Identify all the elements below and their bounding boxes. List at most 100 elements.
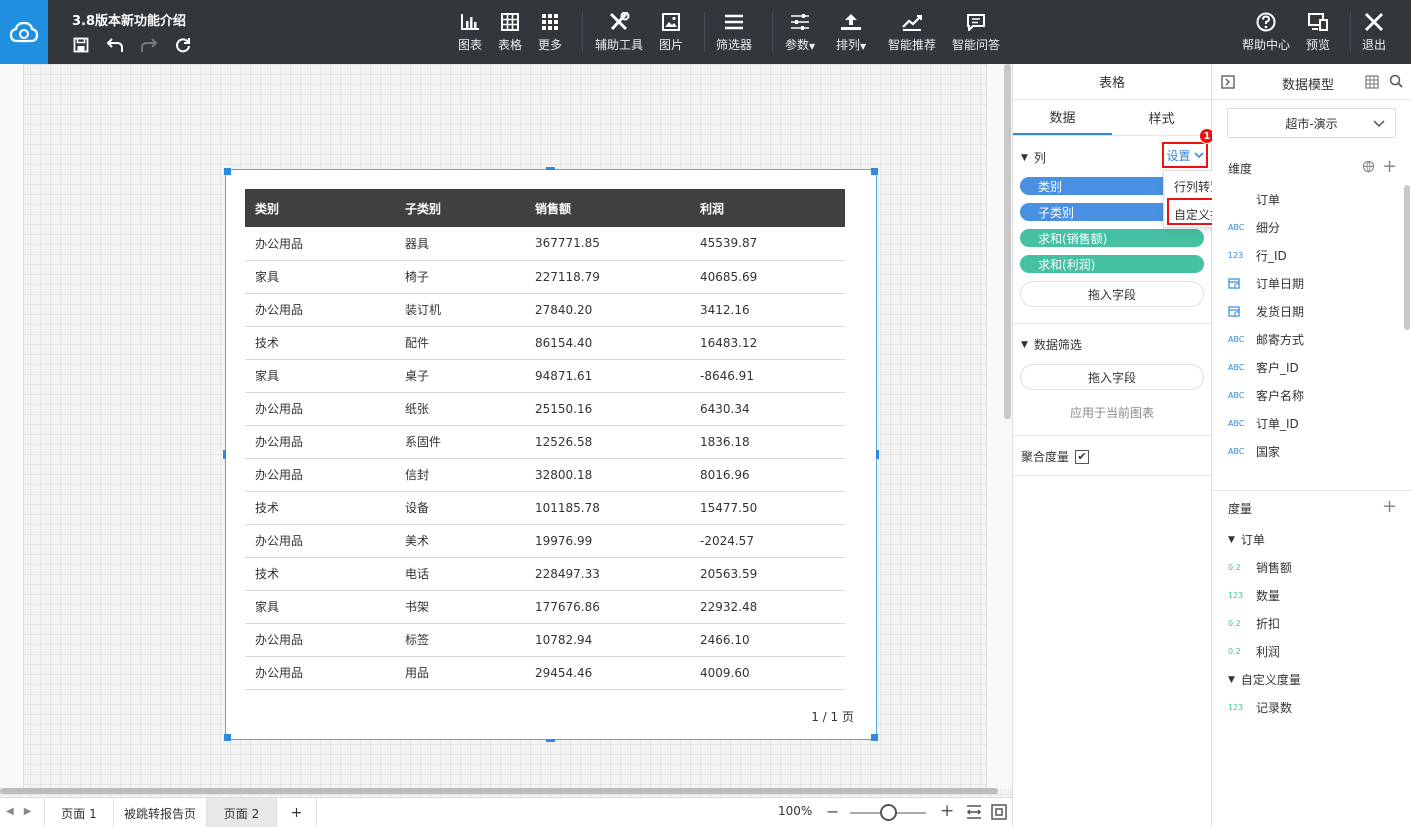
resize-handle[interactable] xyxy=(876,450,879,459)
assist-tool[interactable]: 辅助工具 xyxy=(595,10,643,56)
params-tool[interactable]: 参数▼ xyxy=(785,10,815,56)
fit-screen-icon[interactable] xyxy=(991,804,1007,820)
table-row[interactable]: 家具 书架 177676.86 22932.48 xyxy=(245,590,845,624)
filter-drop-zone[interactable]: 拖入字段 xyxy=(1020,364,1204,390)
table-view-icon[interactable] xyxy=(1365,75,1379,92)
search-icon[interactable] xyxy=(1389,74,1403,91)
dimension-field[interactable]: 订单 xyxy=(1228,191,1280,208)
measure-field[interactable]: 0.2 销售额 xyxy=(1228,559,1292,576)
resize-handle[interactable] xyxy=(871,734,878,741)
data-model-select[interactable]: 超市-演示 xyxy=(1227,108,1396,138)
table-row[interactable]: 办公用品 系固件 12526.58 1836.18 xyxy=(245,425,845,459)
chart-tool[interactable]: 图表 xyxy=(458,10,482,56)
column-pill-sum-sales[interactable]: 求和(销售额) xyxy=(1020,229,1204,247)
table-row[interactable]: 办公用品 美术 19976.99 -2024.57 xyxy=(245,524,845,558)
resize-handle[interactable] xyxy=(546,167,555,170)
zoom-slider-handle[interactable] xyxy=(880,804,897,821)
smart-recommend-tool[interactable]: 智能推荐 xyxy=(888,10,936,56)
zoom-out-icon[interactable]: − xyxy=(826,802,839,821)
filter-section-header[interactable]: ▼ 数据筛选 xyxy=(1021,336,1082,353)
resize-handle[interactable] xyxy=(871,168,878,175)
measure-field[interactable]: 123 记录数 xyxy=(1228,699,1292,716)
page-tab-redirect[interactable]: 被跳转报告页 xyxy=(114,798,207,827)
add-page-button[interactable]: + xyxy=(277,798,317,827)
measure-field[interactable]: 123 数量 xyxy=(1228,587,1280,604)
prev-page-icon[interactable]: ◀ xyxy=(6,806,14,817)
table-header-cell[interactable]: 利润 xyxy=(690,189,845,227)
refresh-icon[interactable] xyxy=(172,34,194,56)
table-row[interactable]: 技术 电话 228497.33 20563.59 xyxy=(245,557,845,591)
smart-qa-tool[interactable]: 智能问答 xyxy=(952,10,1000,56)
table-header-cell[interactable]: 销售额 xyxy=(525,189,690,227)
page-tab-1[interactable]: 页面 1 xyxy=(44,798,114,827)
table-header-cell[interactable]: 类别 xyxy=(245,189,395,227)
measure-group-order[interactable]: ▼ 订单 xyxy=(1228,531,1265,548)
columns-section-header[interactable]: ▼ 列 xyxy=(1021,149,1046,166)
table-row[interactable]: 办公用品 纸张 25150.16 6430.34 xyxy=(245,392,845,426)
measure-field[interactable]: 0.2 利润 xyxy=(1228,643,1280,660)
table-cell: 19976.99 xyxy=(525,524,690,558)
resize-handle[interactable] xyxy=(224,734,231,741)
drop-field-zone[interactable]: 拖入字段 xyxy=(1020,281,1204,307)
page-tab-2[interactable]: 页面 2 xyxy=(207,798,277,827)
table-row[interactable]: 办公用品 用品 29454.46 4009.60 xyxy=(245,656,845,690)
table-row[interactable]: 办公用品 标签 10782.94 2466.10 xyxy=(245,623,845,657)
table-row[interactable]: 技术 配件 86154.40 16483.12 xyxy=(245,326,845,360)
dimension-field[interactable]: 订单日期 xyxy=(1228,275,1304,292)
add-dimension-icon[interactable]: + xyxy=(1382,156,1397,177)
aggregate-checkbox[interactable]: ✔ xyxy=(1075,449,1090,464)
fit-width-icon[interactable] xyxy=(966,804,982,820)
table-cell: 12526.58 xyxy=(525,425,690,459)
dimension-field[interactable]: 发货日期 xyxy=(1228,303,1304,320)
arrange-tool[interactable]: 排列▼ xyxy=(836,10,866,56)
preview-tool[interactable]: 预览 xyxy=(1306,10,1330,56)
table-row[interactable]: 家具 桌子 94871.61 -8646.91 xyxy=(245,359,845,393)
table-row[interactable]: 技术 设备 101185.78 15477.50 xyxy=(245,491,845,525)
globe-icon[interactable] xyxy=(1362,160,1375,176)
field-name: 客户_ID xyxy=(1256,361,1299,375)
exit-tool[interactable]: 退出 xyxy=(1362,10,1386,56)
measure-group-custom[interactable]: ▼ 自定义度量 xyxy=(1228,671,1301,688)
settings-dropdown-button[interactable]: 设置 xyxy=(1162,142,1208,168)
redo-icon[interactable] xyxy=(138,34,160,56)
table-cell: 纸张 xyxy=(395,392,525,426)
dimension-field[interactable]: ABC 邮寄方式 xyxy=(1228,331,1304,348)
resize-handle[interactable] xyxy=(224,168,231,175)
tab-data[interactable]: 数据 xyxy=(1013,100,1112,135)
dimension-scrollbar[interactable] xyxy=(1404,185,1410,330)
canvas-vertical-scrollbar[interactable] xyxy=(1004,64,1011,419)
table-cell: 办公用品 xyxy=(245,656,395,690)
help-center-tool[interactable]: 帮助中心 xyxy=(1242,10,1290,56)
save-icon[interactable] xyxy=(70,34,92,56)
zoom-in-icon[interactable]: + xyxy=(940,801,954,821)
resize-handle[interactable] xyxy=(223,450,226,459)
more-tool[interactable]: 更多 xyxy=(538,10,562,56)
dimension-field[interactable]: ABC 客户_ID xyxy=(1228,359,1299,376)
table-row[interactable]: 办公用品 器具 367771.85 45539.87 xyxy=(245,227,845,261)
cloud-logo-icon[interactable] xyxy=(0,0,48,64)
canvas-horizontal-scrollbar[interactable] xyxy=(0,788,998,794)
table-row[interactable]: 办公用品 信封 32800.18 8016.96 xyxy=(245,458,845,492)
table-cell: 装订机 xyxy=(395,293,525,327)
table-row[interactable]: 家具 椅子 227118.79 40685.69 xyxy=(245,260,845,294)
dimension-field[interactable]: ABC 客户名称 xyxy=(1228,387,1304,404)
column-pill-sum-profit[interactable]: 求和(利润) xyxy=(1020,255,1204,273)
dimension-field[interactable]: ABC 细分 xyxy=(1228,219,1280,236)
dimension-field[interactable]: 123 行_ID xyxy=(1228,247,1287,264)
collapse-panel-icon[interactable] xyxy=(1221,75,1235,92)
table-cell: 32800.18 xyxy=(525,458,690,492)
undo-icon[interactable] xyxy=(104,34,126,56)
table-tool[interactable]: 表格 xyxy=(498,10,522,56)
next-page-icon[interactable]: ▶ xyxy=(24,806,32,817)
dimension-field[interactable]: ABC 国家 xyxy=(1228,443,1280,460)
table-row[interactable]: 办公用品 装订机 27840.20 3412.16 xyxy=(245,293,845,327)
tab-style[interactable]: 样式 xyxy=(1112,100,1211,135)
resize-handle[interactable] xyxy=(546,739,555,742)
table-header-cell[interactable]: 子类别 xyxy=(395,189,525,227)
add-measure-icon[interactable]: + xyxy=(1382,496,1397,517)
measure-field[interactable]: 0.2 折扣 xyxy=(1228,615,1280,632)
table-widget[interactable]: 类别 子类别 销售额 利润 办公用品 器具 367771.85 45539.87 家具椅… xyxy=(223,167,879,742)
filter-tool[interactable]: 筛选器 xyxy=(716,10,752,56)
image-tool[interactable]: 图片 xyxy=(659,10,683,56)
dimension-field[interactable]: ABC 订单_ID xyxy=(1228,415,1299,432)
